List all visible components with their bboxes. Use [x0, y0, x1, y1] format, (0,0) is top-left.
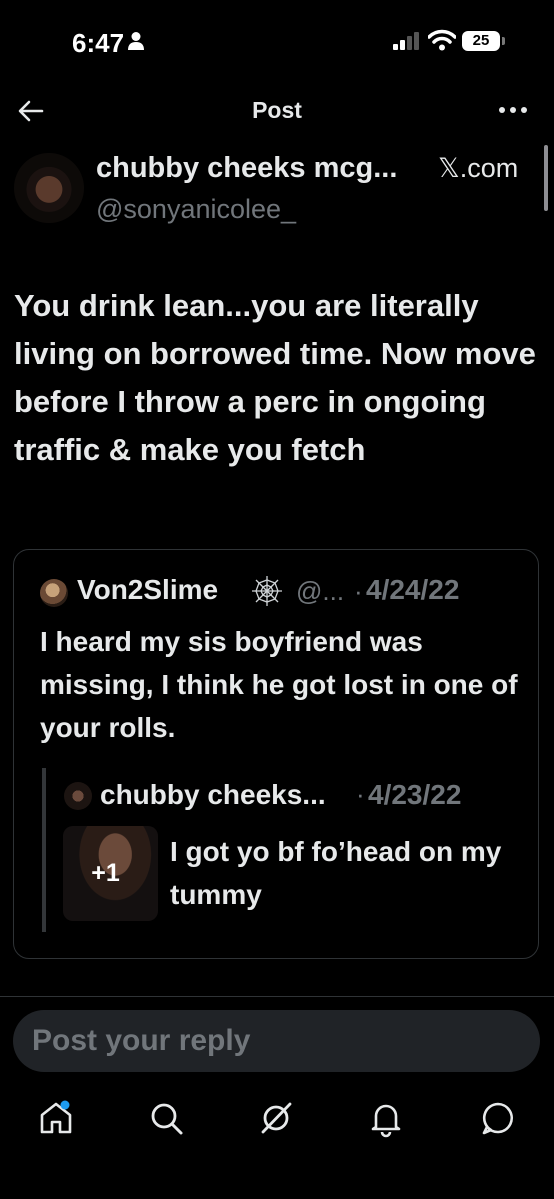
messages-icon[interactable] [478, 1098, 518, 1138]
notifications-icon[interactable] [366, 1098, 406, 1138]
home-icon[interactable] [36, 1098, 76, 1138]
quote-avatar [40, 579, 68, 607]
quote-author-name: Von2Slime [77, 574, 219, 605]
nested-quote-author-name: chubby cheeks... [100, 779, 326, 810]
person-icon [128, 32, 144, 50]
wifi-icon [428, 29, 456, 51]
reply-placeholder: Post your reply [32, 1024, 251, 1057]
grok-icon[interactable] [256, 1098, 296, 1138]
spiderweb-icon [252, 576, 282, 606]
source-label: 𝕏.com [438, 153, 519, 183]
status-time: 6:47 [72, 28, 125, 58]
signal-icon [393, 32, 419, 50]
author-name[interactable]: chubby cheeks mcg... [96, 152, 397, 185]
quote-text: I heard my sis boyfriend was missing, I … [40, 626, 518, 743]
author-avatar[interactable] [14, 153, 84, 223]
quote-author-handle: @... [296, 576, 345, 606]
search-icon[interactable] [146, 1098, 186, 1138]
nested-quote-avatar [64, 782, 92, 810]
more-options-icon[interactable] [497, 104, 529, 116]
battery-level: 25 [472, 32, 490, 49]
post-text: You drink lean...you are literally livin… [14, 288, 536, 467]
page-title: Post [252, 97, 302, 123]
battery-icon: 25 [462, 31, 506, 51]
nested-quote-date: 4/23/22 [368, 779, 462, 810]
separator-dot: · [354, 576, 363, 606]
author-handle[interactable]: @sonyanicolee_ [96, 194, 296, 225]
media-count: +1 [91, 859, 120, 887]
divider [0, 996, 554, 997]
nested-quote-text: I got yo bf fo’head on my tummy [170, 836, 502, 910]
nested-quote-bar [42, 768, 46, 932]
quote-date: 4/24/22 [366, 574, 460, 605]
separator-dot: · [356, 779, 365, 809]
scrollbar[interactable] [544, 145, 548, 211]
